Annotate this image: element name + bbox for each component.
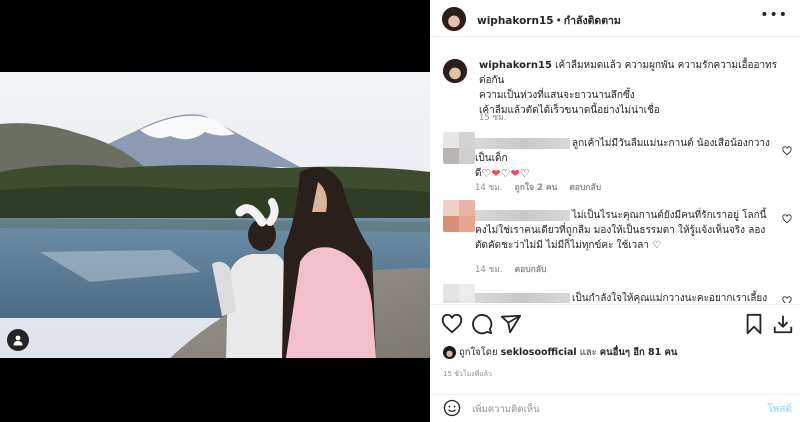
avatar[interactable]: [443, 346, 456, 359]
reply-button[interactable]: ตอบกลับ: [569, 183, 601, 193]
avatar[interactable]: [443, 59, 467, 83]
separator-dot: •: [555, 15, 562, 27]
comment-input[interactable]: [472, 399, 742, 419]
download-icon[interactable]: [772, 313, 794, 335]
comment-like-icon[interactable]: [782, 296, 792, 303]
posted-time[interactable]: 15 ชั่วโมงที่แล้ว: [443, 369, 492, 380]
heart-emoji: ♡: [500, 167, 511, 180]
avatar[interactable]: [443, 200, 475, 232]
post-media: [0, 0, 430, 422]
liked-by-and: และ: [579, 347, 597, 358]
add-comment-bar: โพสต์: [430, 394, 800, 422]
liked-by-others[interactable]: คนอื่นๆ อีก 81 คน: [600, 345, 678, 360]
post-button[interactable]: โพสต์: [767, 402, 792, 417]
avatar[interactable]: [442, 7, 466, 31]
comment-line: คงไม่ใช่เราคนเดียวที่ถูกลืม มองให้เป็นธร…: [475, 225, 766, 236]
comment-meta: 14 ชม. ถูกใจ 2 คน ตอบกลับ: [475, 180, 613, 194]
user-tag-icon: [13, 335, 23, 346]
comment-like-icon[interactable]: [782, 214, 792, 224]
comment-username-redacted[interactable]: [475, 209, 570, 221]
follow-status[interactable]: กำลังติดตาม: [564, 15, 621, 27]
user-tag-button[interactable]: [7, 329, 29, 351]
comment-text: เป็นกำลังใจให้คุณแม่กวางนะคะอยากเราเลี้ย…: [475, 291, 775, 303]
comment-time[interactable]: 14 ชม.: [475, 265, 503, 275]
caption-time[interactable]: 15 ชม.: [479, 110, 507, 124]
liked-by: ถูกใจโดย seklosoofficial และ คนอื่นๆ อีก…: [443, 345, 677, 360]
heart-emoji: ❤: [491, 167, 501, 180]
comments-list[interactable]: wiphakorn15 เค้าลืมหมดแล้ว ความผูกพัน คว…: [430, 38, 800, 303]
caption-line: ความเป็นห่วงที่แสนจะยาวนานลึกซึ้ง: [479, 90, 635, 101]
heart-emoji: ❤: [510, 167, 520, 180]
save-icon[interactable]: [743, 313, 765, 335]
emoji-icon[interactable]: [443, 399, 461, 417]
share-icon[interactable]: [500, 313, 522, 335]
heart-emoji: ♡: [519, 167, 530, 180]
post-panel: wiphakorn15 • กำลังติดตาม ••• wiphakorn15 …: [430, 0, 800, 422]
heart-emoji: ♡: [481, 167, 492, 180]
avatar[interactable]: [443, 284, 475, 303]
header-username-row: wiphakorn15 • กำลังติดตาม: [477, 12, 621, 29]
post-header: wiphakorn15 • กำลังติดตาม •••: [430, 0, 800, 37]
more-icon[interactable]: •••: [760, 8, 788, 22]
comment-username-redacted[interactable]: [475, 137, 570, 149]
action-bar: ถูกใจโดย seklosoofficial และ คนอื่นๆ อีก…: [430, 304, 800, 394]
liked-by-user[interactable]: seklosoofficial: [501, 347, 577, 358]
avatar[interactable]: [443, 132, 475, 164]
comment-like-icon[interactable]: [782, 146, 792, 156]
comment-meta: 14 ชม. ตอบกลับ: [475, 262, 558, 276]
comment-icon[interactable]: [471, 313, 493, 335]
post-photo[interactable]: [0, 72, 430, 358]
liked-by-prefix: ถูกใจโดย: [459, 347, 498, 358]
comment-username-redacted[interactable]: [475, 292, 570, 303]
caption: wiphakorn15 เค้าลืมหมดแล้ว ความผูกพัน คว…: [479, 58, 789, 118]
like-icon[interactable]: [441, 313, 463, 335]
reply-button[interactable]: ตอบกลับ: [515, 265, 547, 275]
comment-line: ตัดคัดชะว่าไม่มี ไม่มีก็ไม่ทุกข์คะ ใช้เว…: [475, 240, 662, 251]
comment-time[interactable]: 14 ชม.: [475, 183, 503, 193]
comment-likes[interactable]: ถูกใจ 2 คน: [515, 183, 558, 193]
comment-line: ไม่เป็นไรนะคุณกานต์ยังมีคนที่รักเราอยู่ …: [572, 210, 767, 221]
comment-text: ลูกเค้าไม่มีวันลืมแม่นะกานต์ น้องเสือน้อ…: [475, 136, 775, 181]
comment-text: ไม่เป็นไรนะคุณกานต์ยังมีคนที่รักเราอยู่ …: [475, 208, 775, 253]
header-username[interactable]: wiphakorn15: [477, 15, 554, 27]
caption-username[interactable]: wiphakorn15: [479, 60, 552, 71]
